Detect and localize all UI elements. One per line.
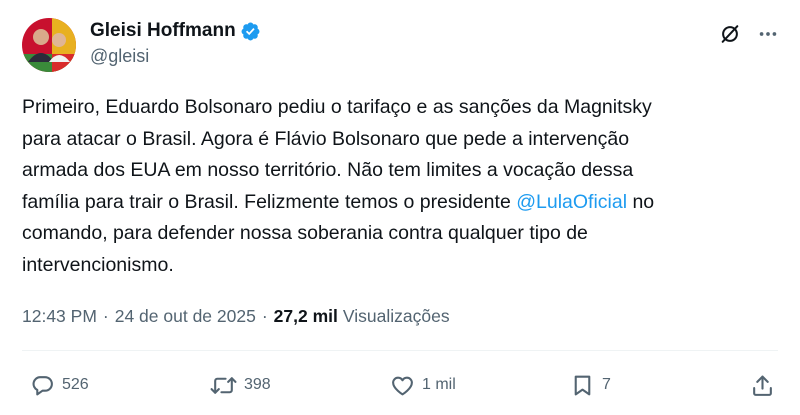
like-button[interactable]: 1 mil <box>390 370 456 400</box>
tweet-date[interactable]: 24 de out de 2025 <box>115 306 256 327</box>
bookmark-icon <box>570 373 595 398</box>
repost-button[interactable]: 398 <box>210 370 271 400</box>
reply-bubble-icon <box>30 373 55 398</box>
verified-badge-icon <box>240 21 261 42</box>
bookmark-count: 7 <box>602 376 611 393</box>
author-handle[interactable]: @gleisi <box>90 46 149 67</box>
author-name-row[interactable]: Gleisi Hoffmann <box>90 18 261 44</box>
bookmark-button[interactable]: 7 <box>570 370 611 400</box>
author-display-name[interactable]: Gleisi Hoffmann <box>90 20 236 42</box>
top-actions <box>718 22 780 46</box>
mention-link[interactable]: @LulaOficial <box>516 191 627 213</box>
views-count[interactable]: 27,2 mil <box>274 306 338 327</box>
tweet-time[interactable]: 12:43 PM <box>22 306 97 327</box>
reply-button[interactable]: 526 <box>30 370 89 400</box>
share-button[interactable] <box>750 370 775 400</box>
share-upload-icon <box>750 373 775 398</box>
tweet-card: Gleisi Hoffmann @gleisi Primeiro, Eduard… <box>0 0 800 415</box>
repost-count: 398 <box>244 376 271 393</box>
meta-separator: · <box>261 306 268 326</box>
views-label[interactable]: Visualizações <box>343 306 450 327</box>
heart-icon <box>390 373 415 398</box>
avatar[interactable] <box>22 18 76 72</box>
avatar-image <box>22 18 76 72</box>
tweet-text: Primeiro, Eduardo Bolsonaro pediu o tari… <box>22 92 782 281</box>
like-count: 1 mil <box>422 376 456 393</box>
grok-slash-circle-icon[interactable] <box>718 22 742 46</box>
repost-arrows-icon <box>210 373 237 398</box>
action-bar: 526 398 1 mil 7 <box>22 370 778 400</box>
tweet-meta: 12:43 PM · 24 de out de 2025 · 27,2 mil … <box>22 306 450 327</box>
meta-separator: · <box>102 306 109 326</box>
divider <box>22 350 778 351</box>
reply-count: 526 <box>62 376 89 393</box>
more-dots-icon[interactable] <box>756 22 780 46</box>
